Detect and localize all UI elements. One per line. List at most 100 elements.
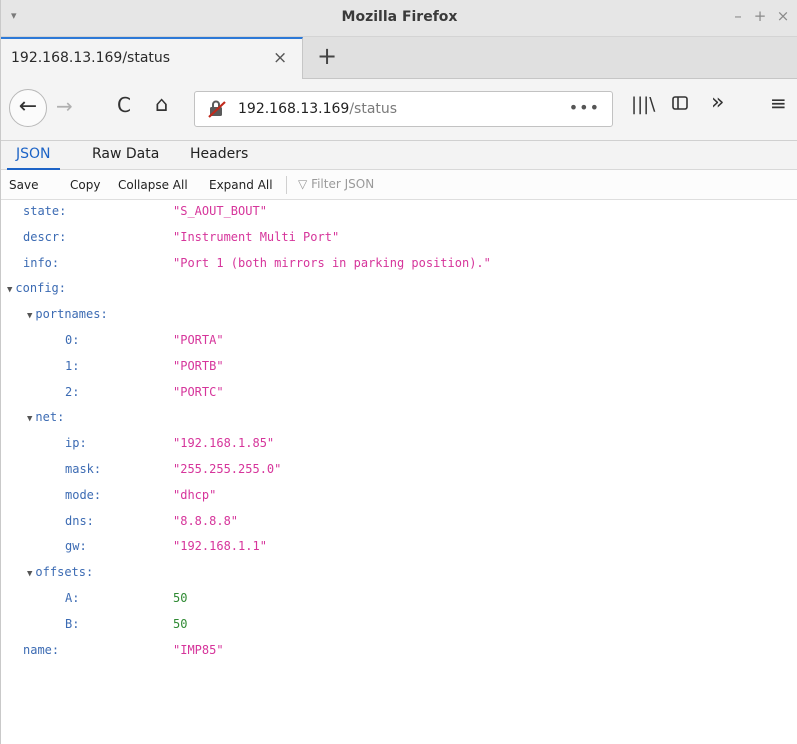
json-key: dns: xyxy=(65,514,94,528)
json-key-label: info: xyxy=(23,255,60,270)
json-key: B: xyxy=(65,617,79,631)
json-key: 0: xyxy=(65,333,79,347)
json-row: gw: "192.168.1.1" xyxy=(1,535,797,559)
json-key-label: dns: xyxy=(65,513,94,528)
home-icon[interactable]: ⌂ xyxy=(155,92,168,116)
json-key: mode: xyxy=(65,488,101,502)
reload-icon[interactable]: C xyxy=(117,93,131,117)
json-key: mask: xyxy=(65,462,101,476)
json-row: name: "IMP85" xyxy=(1,639,797,663)
json-value: "dhcp" xyxy=(173,487,217,502)
json-key-label: mode: xyxy=(65,487,102,502)
json-value: "PORTA" xyxy=(173,333,224,347)
tab-raw-data[interactable]: Raw Data xyxy=(83,141,168,170)
insecure-connection-icon[interactable] xyxy=(207,99,227,123)
json-key: info: xyxy=(23,256,59,270)
json-row: 0: "PORTA" xyxy=(1,329,797,353)
json-value: "S_AOUT_BOUT" xyxy=(173,204,267,218)
json-key-label: net: xyxy=(35,410,65,425)
json-row[interactable]: ▼ offsets: xyxy=(1,561,797,585)
expand-toggle-icon[interactable]: ▼ xyxy=(27,414,32,424)
json-row: state: "S_AOUT_BOUT" xyxy=(1,200,797,224)
tab-json[interactable]: JSON xyxy=(7,141,60,170)
url-host: 192.168.13.169 xyxy=(238,101,350,117)
library-icon[interactable]: |||\ xyxy=(631,94,655,115)
tab-status[interactable]: 192.168.13.169/status × xyxy=(1,37,303,79)
title-bar: ▾ Mozilla Firefox – + × xyxy=(1,0,797,37)
json-key-label: 2: xyxy=(65,384,80,399)
expand-toggle-icon[interactable]: ▼ xyxy=(7,285,12,295)
toolbar-divider xyxy=(286,176,287,194)
tab-headers[interactable]: Headers xyxy=(181,141,257,170)
json-key[interactable]: ▼ offsets: xyxy=(27,565,93,579)
minimize-icon[interactable]: – xyxy=(730,7,746,25)
copy-button[interactable]: Copy xyxy=(70,178,100,192)
json-row[interactable]: ▼ portnames: xyxy=(1,303,797,327)
json-value: 50 xyxy=(173,616,188,631)
url-path: /status xyxy=(349,101,398,117)
window-title: Mozilla Firefox xyxy=(341,9,458,25)
json-key: name: xyxy=(23,643,59,657)
filter-placeholder: Filter JSON xyxy=(311,177,375,191)
json-value: "Instrument Multi Port" xyxy=(173,229,340,244)
json-key-label: portnames: xyxy=(35,307,108,322)
tab-title: 192.168.13.169/status xyxy=(11,50,171,66)
json-key-label: state: xyxy=(23,204,67,218)
json-key[interactable]: ▼ net: xyxy=(27,410,64,424)
overflow-chevron-icon[interactable]: » xyxy=(711,90,724,115)
new-tab-icon[interactable]: + xyxy=(317,42,337,70)
json-key-label: offsets: xyxy=(35,565,94,580)
json-value: "PORTB" xyxy=(173,358,224,373)
json-key[interactable]: ▼ config: xyxy=(7,281,66,295)
tab-strip: 192.168.13.169/status × + xyxy=(1,37,797,79)
json-key-label: 0: xyxy=(65,333,80,347)
json-key[interactable]: ▼ portnames: xyxy=(27,307,108,321)
json-key: 1: xyxy=(65,359,79,373)
save-button[interactable]: Save xyxy=(9,178,38,192)
collapse-all-button[interactable]: Collapse All xyxy=(118,178,188,192)
json-value: "IMP85" xyxy=(173,642,224,657)
json-key-label: 1: xyxy=(65,358,80,373)
browser-window: ▾ Mozilla Firefox – + × 192.168.13.169/s… xyxy=(0,0,797,744)
json-value: "192.168.1.1" xyxy=(173,539,267,554)
json-value: "255.255.255.0" xyxy=(173,462,282,476)
json-key: gw: xyxy=(65,539,87,553)
json-value: "Port 1 (both mirrors in parking positio… xyxy=(173,255,491,270)
json-value: 50 xyxy=(173,591,188,605)
json-key-label: gw: xyxy=(65,539,87,554)
hamburger-menu-icon[interactable]: ≡ xyxy=(770,91,787,115)
json-key: descr: xyxy=(23,230,66,244)
json-key: state: xyxy=(23,204,66,218)
url-bar[interactable]: 192.168.13.169/status ••• xyxy=(194,91,613,127)
json-row: info: "Port 1 (both mirrors in parking po… xyxy=(1,252,797,276)
json-key-label: name: xyxy=(23,642,60,657)
json-value: "PORTC" xyxy=(173,384,224,399)
tab-close-icon[interactable]: × xyxy=(273,48,287,68)
json-key-label: mask: xyxy=(65,462,102,476)
json-key: 2: xyxy=(65,385,79,399)
json-row[interactable]: ▼ config: xyxy=(1,277,797,301)
json-row[interactable]: ▼ net: xyxy=(1,406,797,430)
url-text: 192.168.13.169/status xyxy=(238,101,397,117)
json-row: descr: "Instrument Multi Port" xyxy=(1,226,797,250)
json-row: 1: "PORTB" xyxy=(1,355,797,379)
filter-icon: ▽ xyxy=(298,177,308,191)
maximize-icon[interactable]: + xyxy=(752,7,768,25)
json-viewer-tabs: JSON Raw Data Headers xyxy=(1,141,797,170)
back-button[interactable]: ← xyxy=(9,89,47,127)
json-key-label: config: xyxy=(15,281,66,296)
json-key-label: B: xyxy=(65,616,80,631)
expand-all-button[interactable]: Expand All xyxy=(209,178,273,192)
json-row: B: 50 xyxy=(1,613,797,637)
json-row: mask: "255.255.255.0" xyxy=(1,458,797,482)
filter-json-input[interactable]: ▽ Filter JSON xyxy=(298,177,374,191)
expand-toggle-icon[interactable]: ▼ xyxy=(27,311,32,321)
close-window-icon[interactable]: × xyxy=(775,7,791,25)
expand-toggle-icon[interactable]: ▼ xyxy=(27,569,32,579)
json-row: mode: "dhcp" xyxy=(1,484,797,508)
page-actions-icon[interactable]: ••• xyxy=(569,98,600,117)
sidebar-icon[interactable] xyxy=(671,94,689,117)
json-value: "192.168.1.85" xyxy=(173,436,275,451)
json-row: dns: "8.8.8.8" xyxy=(1,510,797,534)
forward-icon[interactable]: → xyxy=(56,94,73,118)
